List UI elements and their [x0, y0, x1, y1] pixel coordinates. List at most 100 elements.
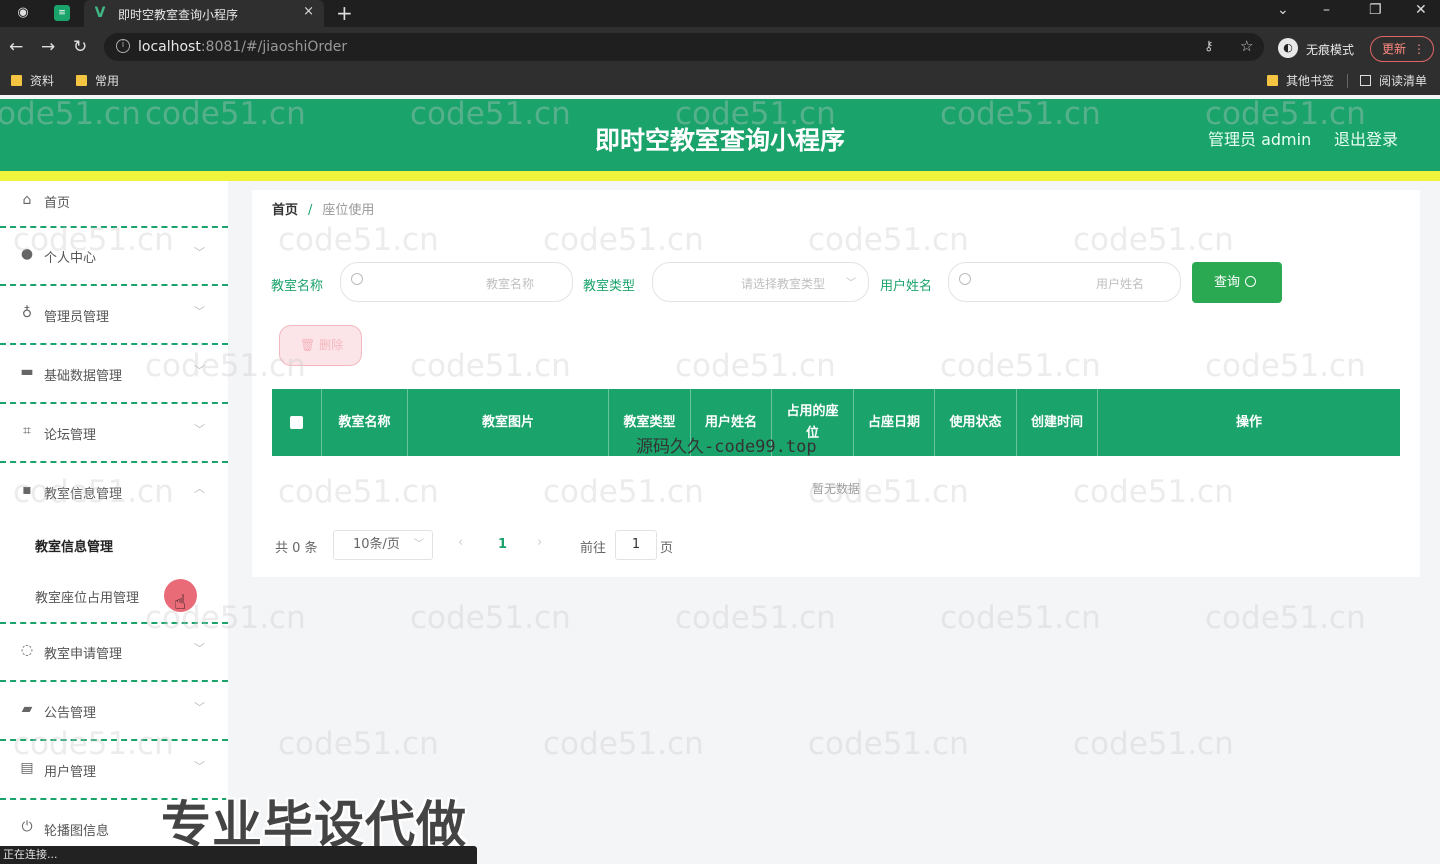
col-classroom-image: 教室图片 — [408, 389, 609, 456]
sidebar-item-forum[interactable]: ⌗ 论坛管理 ﹀ — [0, 405, 228, 463]
url-input[interactable]: i localhost:8081/#/jiaoshiOrder ⚷ ☆ — [104, 33, 1264, 61]
watermark: code51.cn — [543, 726, 704, 762]
user-name-label: 用户姓名 — [880, 279, 933, 294]
chevron-down-icon: ﹀ — [194, 364, 205, 377]
sidebar-item-home[interactable]: ⌂ 首页 — [0, 181, 228, 228]
search-icon — [1245, 276, 1257, 287]
url-text: localhost:8081/#/jiaoshiOrder — [138, 39, 348, 55]
close-window-icon[interactable]: ✕ — [1415, 2, 1427, 18]
col-occupy-date: 占座日期 — [854, 389, 935, 456]
chevron-down-icon: ﹀ — [414, 539, 424, 550]
select-all-cell — [272, 389, 322, 456]
classroom-type-label: 教室类型 — [583, 279, 636, 294]
breadcrumb-current: 座位使用 — [322, 203, 375, 218]
other-bookmarks[interactable]: 其他书签 — [1267, 74, 1334, 88]
logout-link[interactable]: 退出登录 — [1334, 126, 1398, 150]
classroom-name-placeholder: 教室名称 — [486, 277, 535, 291]
search-icon — [959, 273, 971, 285]
sidebar-item-label: 管理员管理 — [44, 310, 110, 325]
reading-list[interactable]: 阅读清单 — [1360, 74, 1427, 88]
box-icon: ▬ — [20, 364, 34, 380]
next-page-button[interactable]: › — [537, 535, 542, 550]
pagination-total: 共 0 条 — [275, 541, 318, 556]
folder-icon — [76, 75, 87, 86]
chevron-down-icon: ﹀ — [194, 760, 205, 773]
col-usage-status: 使用状态 — [935, 389, 1017, 456]
browser-logo-icon: ◉ — [17, 5, 29, 20]
sidebar: ⌂ 首页 ● 个人中心 ﹀ ♁ 管理员管理 ﹀ ▬ 基础数据管理 ﹀ ⌗ 论坛管… — [0, 181, 228, 864]
printer-icon: ▤ — [20, 760, 34, 776]
update-button[interactable]: 更新 ⋮ — [1370, 36, 1434, 62]
current-user: 管理员 admin — [1208, 130, 1312, 149]
sidebar-item-label: 基础数据管理 — [44, 369, 123, 384]
app-tab-icon[interactable]: ≡ — [54, 5, 70, 21]
header-divider — [0, 171, 1440, 181]
sidebar-item-profile[interactable]: ● 个人中心 ﹀ — [0, 228, 228, 286]
table-header: 教室名称 教室图片 教室类型 用户姓名 占用的座位 占座日期 使用状态 创建时间… — [272, 389, 1400, 456]
prev-page-button[interactable]: ‹ — [458, 535, 463, 550]
bookmark-folder-1[interactable]: 资料 — [11, 74, 54, 88]
sidebar-item-admins[interactable]: ♁ 管理员管理 ﹀ — [0, 287, 228, 345]
watermark: code51.cn — [808, 726, 969, 762]
back-icon[interactable]: ← — [9, 37, 23, 57]
sidebar-subitem-seat-usage[interactable]: 教室座位占用管理 — [35, 587, 139, 606]
trash-icon: 🗑 — [300, 338, 320, 352]
watermark: code51.cn — [278, 726, 439, 762]
new-tab-button[interactable]: + — [336, 1, 353, 25]
crop-icon: ⌗ — [23, 423, 31, 439]
page-suffix: 页 — [660, 541, 674, 556]
sidebar-item-label: 论坛管理 — [44, 428, 97, 443]
chevron-down-icon: ﹀ — [194, 642, 205, 655]
select-all-checkbox[interactable] — [290, 416, 303, 429]
breadcrumb: 首页 / 座位使用 — [272, 199, 374, 218]
breadcrumb-home[interactable]: 首页 — [272, 203, 298, 218]
bookmark-folder-2[interactable]: 常用 — [76, 74, 119, 88]
browser-tab-active[interactable]: V 即时空教室查询小程序 × — [84, 0, 324, 27]
sidebar-item-label: 轮播图信息 — [44, 824, 110, 839]
sidebar-subitem-classroom-info[interactable]: 教室信息管理 — [35, 536, 113, 555]
bookmark-separator — [1347, 74, 1348, 88]
sidebar-item-announcements[interactable]: ▰ 公告管理 ﹀ — [0, 683, 228, 741]
goto-label: 前往 — [580, 541, 607, 556]
minimize-icon[interactable]: – — [1323, 2, 1330, 18]
tab-title: 即时空教室查询小程序 — [118, 8, 239, 22]
incognito-icon[interactable]: ◐ — [1278, 38, 1298, 58]
page-number-1[interactable]: 1 — [498, 537, 507, 552]
forward-icon[interactable]: → — [41, 37, 55, 57]
col-classroom-name: 教室名称 — [322, 389, 408, 456]
browser-tab-bar: ◉ ≡ V 即时空教室查询小程序 × + ⌄ – ❐ ✕ — [0, 0, 1440, 27]
sidebar-item-basic-data[interactable]: ▬ 基础数据管理 ﹀ — [0, 346, 228, 404]
key-icon[interactable]: ⚷ — [1204, 39, 1214, 54]
user-name-placeholder: 用户姓名 — [1096, 277, 1145, 291]
bookmark-star-icon[interactable]: ☆ — [1240, 37, 1253, 55]
reload-icon[interactable]: ↻ — [73, 37, 87, 57]
query-button[interactable]: 查询 — [1192, 262, 1282, 303]
chevron-down-icon: ﹀ — [194, 246, 205, 259]
chevron-up-icon: ︿ — [194, 482, 205, 495]
chevron-down-icon: ﹀ — [194, 701, 205, 714]
table-empty-text: 暂无数据 — [811, 482, 860, 496]
tab-search-icon[interactable]: ⌄ — [1277, 2, 1289, 18]
tab-close-icon[interactable]: × — [303, 4, 314, 19]
app-header: 即时空教室查询小程序 管理员 admin 退出登录 — [0, 99, 1440, 171]
chevron-down-icon: ﹀ — [194, 305, 205, 318]
classroom-name-input[interactable]: 教室名称 — [340, 262, 573, 302]
user-name-input[interactable]: 用户姓名 — [948, 262, 1181, 302]
menu-dots-icon[interactable]: ⋮ — [1413, 37, 1425, 61]
sidebar-item-applications[interactable]: ◌ 教室申请管理 ﹀ — [0, 624, 228, 682]
content-card — [252, 190, 1420, 577]
restore-icon[interactable]: ❐ — [1369, 2, 1382, 18]
goto-page-input[interactable]: 1 — [615, 530, 657, 560]
delete-button[interactable]: 🗑 删除 — [279, 325, 362, 366]
search-icon — [351, 273, 363, 285]
browser-address-bar: ← → ↻ i localhost:8081/#/jiaoshiOrder ⚷ … — [0, 27, 1440, 67]
sidebar-item-label: 用户管理 — [44, 765, 97, 780]
home-icon: ⌂ — [22, 192, 32, 208]
bookmarks-bar: 资料 常用 其他书签 阅读清单 — [0, 67, 1440, 95]
chat-icon: ▪ — [22, 482, 32, 498]
watermark: code51.cn — [410, 600, 571, 636]
info-icon[interactable]: i — [116, 39, 130, 53]
incognito-label: 无痕模式 — [1306, 43, 1355, 57]
page-size-select[interactable]: 10条/页 ﹀ — [333, 530, 433, 560]
classroom-type-select[interactable]: 请选择教室类型 ﹀ — [652, 262, 869, 302]
